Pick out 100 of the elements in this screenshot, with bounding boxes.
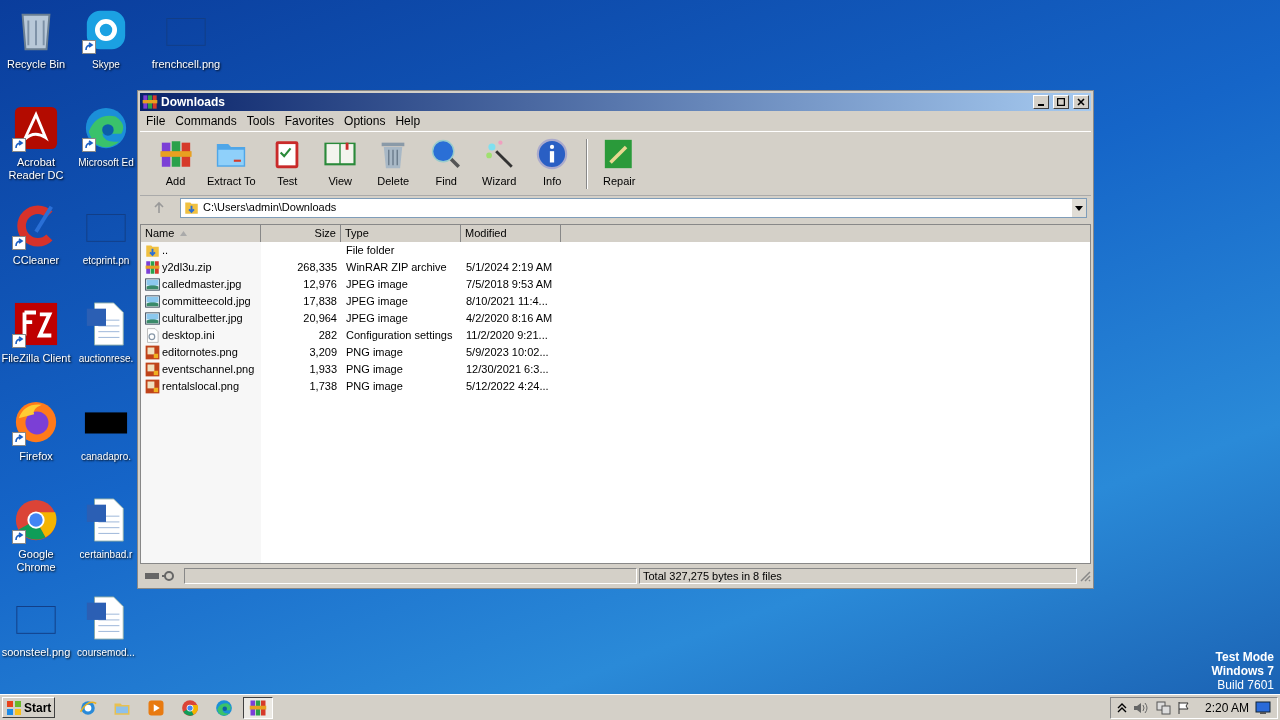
file-row[interactable]: editornotes.png 3,209 PNG image 5/9/2023 10:02... [141,344,1090,361]
file-name: .. [162,243,169,259]
file-row[interactable]: committeecold.jpg 17,838 JPEG image 8/10/2021 11:4... [141,293,1090,310]
toolbar-button[interactable]: Repair [593,137,645,190]
file-row[interactable]: eventschannel.png 1,933 PNG image 12/30/2021 6:3... [141,361,1090,378]
ini-icon [145,328,160,343]
sort-arrow-icon [180,231,188,236]
desktop-icon[interactable]: Microsoft Ed [74,98,138,196]
toolbar-button[interactable]: Test [261,137,313,190]
file-name: y2dl3u.zip [162,260,212,276]
desktop-icon[interactable]: auctionrese. [74,294,138,392]
desktop-icon[interactable]: frenchcell.png [150,0,222,86]
toolbar-button[interactable]: View [314,137,366,190]
desktop-icon-label: Recycle Bin [5,58,67,71]
desktop-icon-label: Google Chrome [15,548,57,574]
start-button[interactable]: Start [2,697,56,718]
test-mode-text: Test Mode [1215,650,1274,664]
caret-up-icon[interactable] [1116,701,1127,714]
desktop-icon[interactable]: Skype [74,0,138,98]
close-button[interactable] [1073,95,1089,109]
file-name: calledmaster.jpg [162,277,242,293]
network-icon[interactable] [1154,700,1171,715]
desktop-icon[interactable]: Google Chrome [0,490,72,588]
chrome-icon [13,497,59,543]
file-row[interactable]: calledmaster.jpg 12,976 JPEG image 7/5/2018 9:53 AM [141,276,1090,293]
menu-item[interactable]: Tools [242,112,279,130]
desktop-icon-label: etcprint.pn [82,254,130,267]
toolbar-button[interactable]: Delete [367,137,419,190]
desktop-icon[interactable]: certainbad.r [74,490,138,588]
desktop-icon-label: soonsteel.png [1,646,71,659]
dropdown-icon[interactable] [1072,198,1086,217]
menu-item[interactable]: Help [391,112,425,130]
file-row[interactable]: y2dl3u.zip 268,335 WinRAR ZIP archive 5/1/2024 2:19 AM [141,259,1090,276]
desktop-icon-label: Microsoft Ed [78,156,134,169]
toolbar-button[interactable]: Extract To [203,137,260,190]
column-header[interactable]: Modified [461,225,561,242]
desktop-icon[interactable]: Acrobat Reader DC [0,98,72,196]
column-header[interactable]: Name [141,225,261,242]
toolbar-button[interactable]: Find [420,137,472,190]
file-modified: 8/10/2021 11:4... [465,294,549,310]
minimize-button[interactable] [1033,95,1049,109]
menu-item[interactable]: Favorites [280,112,339,130]
file-modified: 7/5/2018 9:53 AM [465,277,554,293]
file-row[interactable]: culturalbetter.jpg 20,964 JPEG image 4/2/2020 8:16 AM [141,310,1090,327]
firefox-icon [13,399,59,445]
desktop-icon-label: Firefox [18,450,54,463]
desktop-icon[interactable]: Firefox [0,392,72,490]
file-size: 3,209 [308,345,338,361]
jpg-icon [145,294,160,309]
menu-item[interactable]: Commands [171,112,241,130]
column-header[interactable]: Size [261,225,341,242]
desktop-icon[interactable]: etcprint.pn [74,196,138,294]
desktop-icon[interactable]: canadapro. [74,392,138,490]
file-type: JPEG image [345,294,409,310]
file-size: 1,738 [308,379,338,395]
resize-grip-icon[interactable] [1079,570,1091,582]
desktop-icon[interactable]: soonsteel.png [0,588,72,686]
file-row[interactable]: desktop.ini 282 Configuration settings 11/2/2020 9:21... [141,327,1090,344]
close-icon [1077,98,1085,106]
file-size: 17,838 [302,294,338,310]
file-row[interactable]: .. File folder [141,242,1090,259]
desktop-icon-label: canadapro. [80,450,131,463]
jpg-icon [145,311,160,326]
file-type: WinRAR ZIP archive [345,260,448,276]
desktop-icon-label: Skype [92,58,120,71]
toolbar-button[interactable]: Info [526,137,578,190]
maximize-button[interactable] [1053,95,1069,109]
file-size: 1,933 [308,362,338,378]
flag-icon[interactable] [1176,700,1191,715]
file-modified: 5/12/2022 4:24... [465,379,550,395]
desktop-icon-label: Acrobat Reader DC [7,156,65,182]
toolbar-button[interactable]: Wizard [473,137,525,190]
toolbar-button[interactable]: Add [150,137,201,190]
desktop-icon-label: coursemod... [77,646,135,659]
edge-icon [215,698,234,717]
file-size: 20,964 [302,311,338,327]
speaker-icon[interactable] [1132,700,1149,715]
file-row[interactable]: rentalslocal.png 1,738 PNG image 5/12/2022 4:24... [141,378,1090,395]
media-icon [147,698,166,717]
file-modified: 5/1/2024 2:19 AM [465,260,554,276]
desktop-icon[interactable]: Recycle Bin [0,0,72,98]
desktop-icon[interactable]: FileZilla Client [0,294,72,392]
desktop-icon[interactable]: CCleaner [0,196,72,294]
desktop-icon[interactable]: coursemod... [74,588,138,686]
test-mode-text: Windows 7 [1211,664,1274,678]
file-size: 282 [317,328,338,344]
file-name: editornotes.png [162,345,238,361]
status-text: Total 327,275 bytes in 8 files [643,568,782,584]
file-modified: 5/9/2023 10:02... [465,345,550,361]
menu-item[interactable]: File [142,112,170,130]
column-header[interactable]: Type [341,225,461,242]
show-desktop-icon[interactable] [1255,700,1271,715]
taskbar-app[interactable] [243,696,274,719]
filezilla-icon [13,301,59,347]
address-field[interactable]: C:\Users\admin\Downloads [180,197,1087,218]
file-size: 268,335 [296,260,338,276]
menu-item[interactable]: Options [340,112,390,130]
jpg-icon [145,277,160,292]
file-name: committeecold.jpg [162,294,251,310]
file-name: desktop.ini [162,328,215,344]
